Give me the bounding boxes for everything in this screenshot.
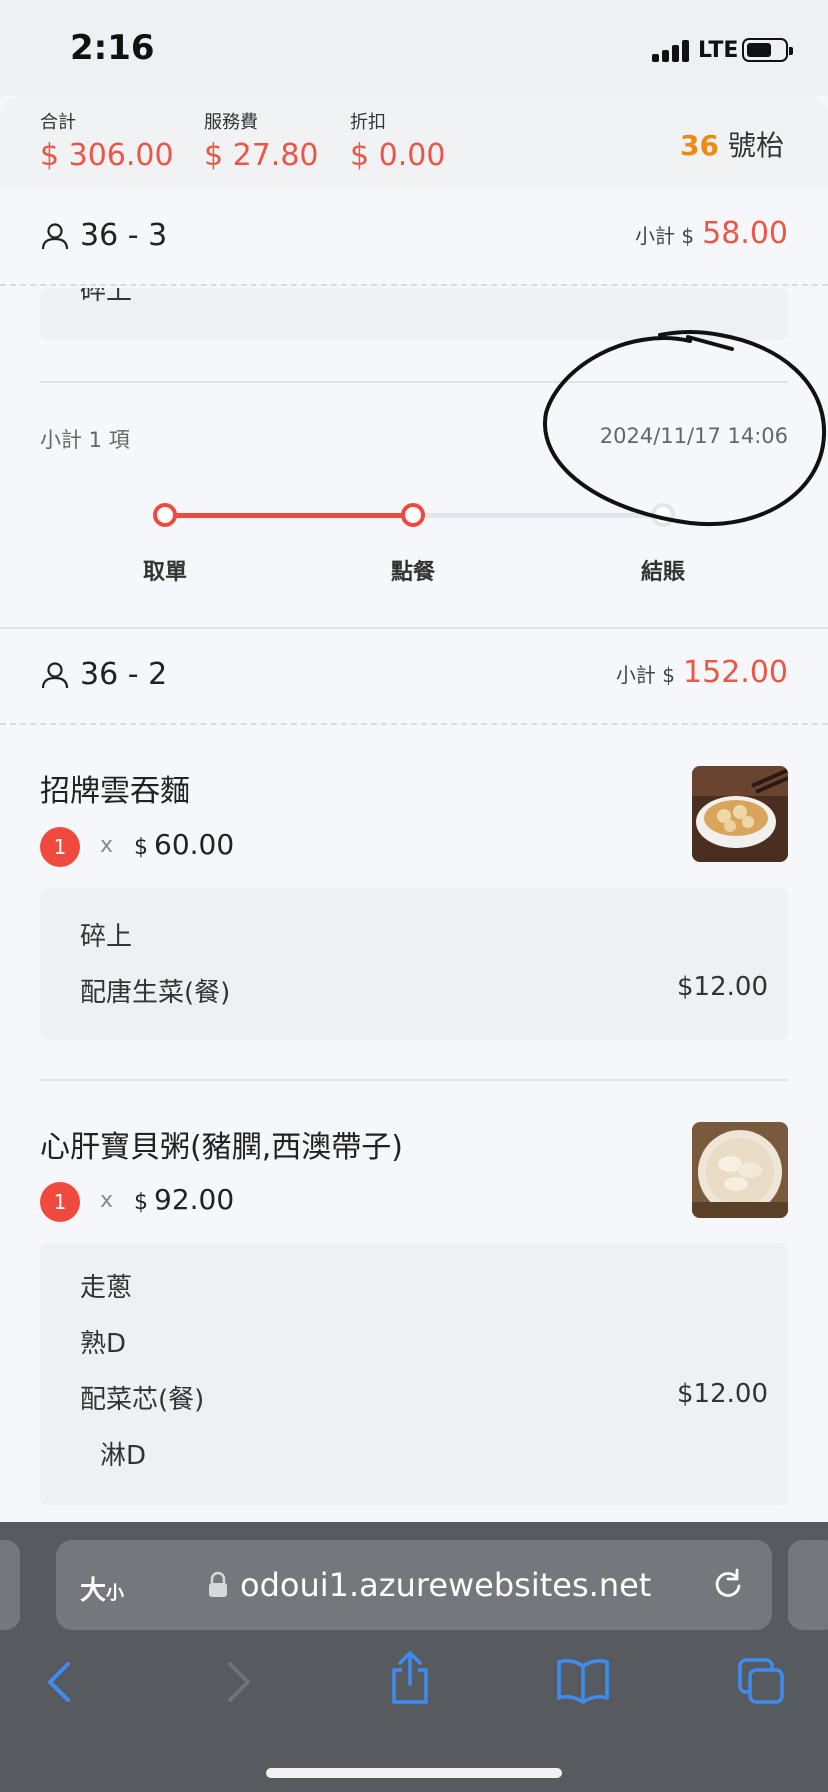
price-value: 92.00 bbox=[154, 1183, 235, 1216]
times-symbol: x bbox=[100, 833, 114, 858]
subtotal-label: 小計 $ bbox=[635, 224, 695, 248]
divider bbox=[40, 1079, 788, 1081]
lock-icon bbox=[209, 1571, 227, 1597]
seat-label: 36 - 2 bbox=[40, 657, 167, 692]
seat-subtotal: 小計 $ 152.00 bbox=[616, 655, 788, 690]
wonton-noodle-photo bbox=[692, 766, 788, 862]
next-tab-pill[interactable] bbox=[788, 1540, 828, 1630]
item-notes-box: 碎上 配唐生菜(餐) $12.00 bbox=[40, 888, 788, 1040]
forward-icon[interactable] bbox=[218, 1656, 258, 1708]
quantity-badge: 1 bbox=[40, 827, 80, 867]
note-line: 熟D bbox=[80, 1329, 127, 1359]
item-price: $92.00 bbox=[134, 1183, 234, 1216]
status-bar: 2:16 LTE bbox=[0, 0, 828, 96]
item-count: 小計 1 項 bbox=[40, 428, 130, 452]
item-name[interactable]: 招牌雲吞麵 bbox=[40, 766, 190, 810]
item-notes-box: 走蔥 熟D 配菜芯(餐) $12.00 淋D bbox=[40, 1243, 788, 1505]
network-label: LTE bbox=[698, 38, 739, 63]
times-symbol: x bbox=[100, 1188, 114, 1213]
congee-photo bbox=[692, 1122, 788, 1218]
address-bar[interactable]: 大小 odoui1.azurewebsites.net bbox=[56, 1540, 772, 1630]
previous-tab-pill[interactable] bbox=[0, 1540, 20, 1630]
discount-value: $ 0.00 bbox=[350, 138, 446, 173]
bookmarks-icon[interactable] bbox=[556, 1656, 610, 1704]
text-size-large: 大 bbox=[80, 1576, 107, 1606]
text-size-button[interactable]: 大小 bbox=[80, 1570, 124, 1607]
person-icon bbox=[41, 222, 69, 249]
note-line: 配菜芯(餐) bbox=[80, 1385, 205, 1415]
signal-icon bbox=[652, 40, 692, 62]
service-label: 服務費 bbox=[204, 112, 258, 133]
browser-address-area: 大小 odoui1.azurewebsites.net bbox=[0, 1522, 828, 1632]
progress-step-2-dot bbox=[401, 503, 425, 527]
seat-number: 36 - 2 bbox=[80, 657, 168, 692]
note-line: 碎上 bbox=[80, 922, 133, 952]
subtotal-label: 小計 $ bbox=[615, 663, 676, 687]
progress-line-done bbox=[165, 513, 413, 518]
seat-header-36-2[interactable]: 36 - 2 小計 $ 152.00 bbox=[0, 629, 828, 725]
service-block: 服務費 $ 27.80 bbox=[204, 108, 319, 173]
note-line: 走蔥 bbox=[80, 1273, 133, 1303]
service-value: $ 27.80 bbox=[204, 138, 319, 173]
note-line: 淋D bbox=[100, 1441, 147, 1471]
note-price: $12.00 bbox=[677, 972, 768, 1002]
reload-icon[interactable] bbox=[710, 1566, 746, 1602]
url-text: odoui1.azurewebsites.net bbox=[240, 1566, 652, 1604]
home-indicator bbox=[266, 1768, 562, 1778]
browser-toolbar bbox=[0, 1632, 828, 1792]
currency-symbol: $ bbox=[134, 835, 148, 860]
quantity-badge: 1 bbox=[40, 1182, 80, 1222]
seat-subtotal: 小計 $ 58.00 bbox=[635, 216, 788, 251]
note-line: 碎上 bbox=[80, 288, 133, 306]
battery-icon bbox=[742, 38, 793, 62]
text-size-small: 小 bbox=[106, 1583, 125, 1604]
total-block: 合計 $ 306.00 bbox=[40, 108, 174, 173]
seat-header-36-3[interactable]: 36 - 3 小計 $ 58.00 bbox=[0, 190, 828, 286]
item-price: $60.00 bbox=[134, 828, 234, 861]
note-line: 配唐生菜(餐) bbox=[80, 978, 231, 1008]
progress-step-1-label: 取單 bbox=[142, 560, 187, 585]
tabs-icon[interactable] bbox=[736, 1656, 786, 1706]
total-value: $ 306.00 bbox=[40, 138, 174, 173]
hand-drawn-circle-annotation bbox=[542, 330, 827, 526]
order-totals-bar: 合計 $ 306.00 服務費 $ 27.80 折扣 $ 0.00 36 號枱 bbox=[0, 96, 828, 190]
progress-step-1-dot bbox=[153, 503, 177, 527]
progress-step-2-label: 點餐 bbox=[390, 560, 435, 585]
item-name[interactable]: 心肝寶貝粥(豬膶,西澳帶子) bbox=[40, 1122, 403, 1166]
subtotal-value: 58.00 bbox=[702, 216, 788, 251]
total-label: 合計 bbox=[40, 112, 76, 133]
discount-label: 折扣 bbox=[350, 112, 386, 133]
table-number-suffix: 號枱 bbox=[727, 129, 784, 162]
price-value: 60.00 bbox=[154, 828, 235, 861]
discount-block: 折扣 $ 0.00 bbox=[350, 108, 445, 173]
share-icon[interactable] bbox=[388, 1650, 432, 1706]
table-number[interactable]: 36 號枱 bbox=[680, 124, 784, 164]
seat-number: 36 - 3 bbox=[80, 218, 168, 253]
person-icon bbox=[41, 661, 69, 688]
url-display[interactable]: odoui1.azurewebsites.net bbox=[206, 1566, 651, 1604]
progress-step-3-label: 結賬 bbox=[640, 560, 685, 585]
currency-symbol: $ bbox=[134, 1190, 148, 1215]
table-number-value: 36 bbox=[680, 129, 719, 162]
status-time: 2:16 bbox=[70, 28, 155, 68]
seat-label: 36 - 3 bbox=[40, 218, 167, 253]
note-price: $12.00 bbox=[677, 1379, 768, 1409]
back-icon[interactable] bbox=[40, 1656, 80, 1708]
subtotal-value: 152.00 bbox=[683, 655, 788, 690]
